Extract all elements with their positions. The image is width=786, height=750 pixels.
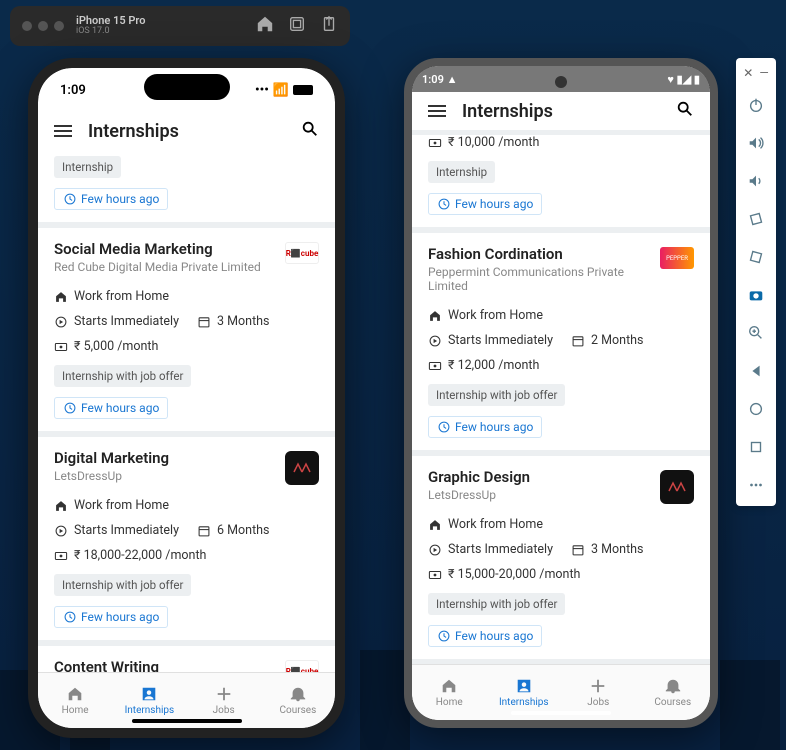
card-title: Content Writing <box>54 658 285 672</box>
company-logo: R⬛cube <box>285 660 319 672</box>
emu-volume-up-icon[interactable] <box>747 134 765 156</box>
internship-card[interactable]: Fashion Cordination Peppermint Communicat… <box>412 233 710 450</box>
nav-label: Courses <box>280 705 317 716</box>
card-stipend: ₹ 10,000 /month <box>428 135 694 150</box>
card-stipend: ₹ 15,000-20,000 /month <box>428 567 694 582</box>
card-time-ago: Few hours ago <box>428 625 542 647</box>
card-start: Starts Immediately <box>54 314 179 329</box>
emu-minimize-icon[interactable]: — <box>759 66 768 80</box>
nav-home[interactable]: Home <box>412 665 487 720</box>
emu-rotate-right-icon[interactable] <box>747 248 765 270</box>
card-time-ago: Few hours ago <box>54 606 168 628</box>
company-logo: R⬛cube <box>285 242 319 264</box>
card-time-ago: Few hours ago <box>54 188 168 210</box>
card-start: Starts Immediately <box>428 333 553 348</box>
menu-icon[interactable] <box>428 105 446 117</box>
nav-label: Home <box>62 705 89 716</box>
emu-camera-icon[interactable] <box>747 286 765 308</box>
card-badge: Internship with job offer <box>428 384 565 406</box>
card-time-ago: Few hours ago <box>428 416 542 438</box>
card-location: Work from Home <box>428 517 694 532</box>
sim-screenshot-icon[interactable] <box>288 15 306 37</box>
emu-volume-down-icon[interactable] <box>747 172 765 194</box>
internship-card[interactable]: Social Media Marketing Red Cube Digital M… <box>38 228 335 431</box>
card-time-ago: Few hours ago <box>54 397 168 419</box>
internship-card[interactable]: Digital Marketing LetsDressUp Work from Ho… <box>38 437 335 640</box>
home-indicator[interactable] <box>511 711 611 715</box>
card-company: LetsDressUp <box>428 488 660 502</box>
iphone-notch <box>144 74 230 100</box>
emu-more-icon[interactable] <box>747 476 765 498</box>
emu-power-icon[interactable] <box>747 96 765 118</box>
iphone-content[interactable]: InternshipFew hours agoSocial Media Mark… <box>38 150 335 672</box>
card-start: Starts Immediately <box>428 542 553 557</box>
nav-label: Internships <box>125 705 175 716</box>
internship-card-partial[interactable]: ₹ 10,000 /month Internship Few hours ago <box>412 135 710 227</box>
card-location: Work from Home <box>428 308 694 323</box>
card-title: Fashion Cordination <box>428 245 660 263</box>
card-stipend: ₹ 5,000 /month <box>54 339 319 354</box>
internship-card[interactable]: Content WritingRed Cube Digital Media Pr… <box>38 646 335 672</box>
app-header: Internships <box>412 92 710 130</box>
android-camera <box>555 76 567 88</box>
iphone-device: 1:09 ••• 📶 Internships InternshipFew hou… <box>28 58 345 738</box>
card-badge: Internship with job offer <box>428 593 565 615</box>
card-title: Graphic Design <box>428 468 660 486</box>
menu-icon[interactable] <box>54 125 72 137</box>
nav-label: Internships <box>499 697 549 708</box>
company-logo <box>285 451 319 485</box>
sim-share-icon[interactable] <box>320 15 338 37</box>
card-time-ago: Few hours ago <box>428 193 542 215</box>
nav-courses[interactable]: Courses <box>636 665 711 720</box>
sim-home-icon[interactable] <box>256 15 274 37</box>
search-icon[interactable] <box>676 100 694 122</box>
card-company: Peppermint Communications Private Limite… <box>428 265 660 293</box>
emu-overview-icon[interactable] <box>747 438 765 460</box>
card-title: Digital Marketing <box>54 449 285 467</box>
card-company: Red Cube Digital Media Private Limited <box>54 260 285 274</box>
emu-back-icon[interactable] <box>747 362 765 384</box>
nav-label: Jobs <box>587 697 609 708</box>
company-logo: PEPPER <box>660 247 694 269</box>
nav-label: Courses <box>654 697 691 708</box>
nav-label: Jobs <box>213 705 235 716</box>
search-icon[interactable] <box>301 120 319 142</box>
nav-label: Home <box>436 697 463 708</box>
device-label: iPhone 15 Pro iOS 17.0 <box>76 15 145 37</box>
simulator-toolbar: iPhone 15 Pro iOS 17.0 <box>10 6 350 46</box>
card-badge: Internship with job offer <box>54 365 191 387</box>
window-controls[interactable] <box>22 21 64 31</box>
card-duration: 3 Months <box>571 542 644 557</box>
internship-card[interactable]: Graphic Design LetsDressUp Work from Home S… <box>412 456 710 659</box>
card-location: Work from Home <box>54 498 319 513</box>
home-indicator[interactable] <box>132 719 242 723</box>
internship-card-partial[interactable]: Internship Few hours ago <box>38 150 335 222</box>
card-badge: Internship <box>428 161 495 183</box>
card-badge: Internship <box>54 156 121 178</box>
emu-close-icon[interactable]: ✕ <box>743 66 753 80</box>
emu-home-icon[interactable] <box>747 400 765 422</box>
emu-rotate-left-icon[interactable] <box>747 210 765 232</box>
card-stipend: ₹ 18,000-22,000 /month <box>54 548 319 563</box>
card-title: Social Media Marketing <box>54 240 285 258</box>
card-stipend: ₹ 12,000 /month <box>428 358 694 373</box>
card-duration: 6 Months <box>197 523 270 538</box>
nav-home[interactable]: Home <box>38 673 112 728</box>
page-title: Internships <box>462 101 553 122</box>
card-duration: 2 Months <box>571 333 644 348</box>
app-header: Internships <box>38 112 335 150</box>
android-content[interactable]: ₹ 10,000 /monthInternshipFew hours agoFa… <box>412 130 710 664</box>
nav-courses[interactable]: Courses <box>261 673 335 728</box>
card-location: Work from Home <box>54 289 319 304</box>
android-device: 1:09 ▲ ♥ ▮◢ ▮ Internships ₹ 10,000 /mont… <box>404 58 718 728</box>
card-duration: 3 Months <box>197 314 270 329</box>
emulator-toolbar: ✕ — <box>736 58 776 506</box>
card-start: Starts Immediately <box>54 523 179 538</box>
company-logo <box>660 470 694 504</box>
card-badge: Internship with job offer <box>54 574 191 596</box>
emu-zoom-icon[interactable] <box>747 324 765 346</box>
page-title: Internships <box>88 121 179 142</box>
card-company: LetsDressUp <box>54 469 285 483</box>
